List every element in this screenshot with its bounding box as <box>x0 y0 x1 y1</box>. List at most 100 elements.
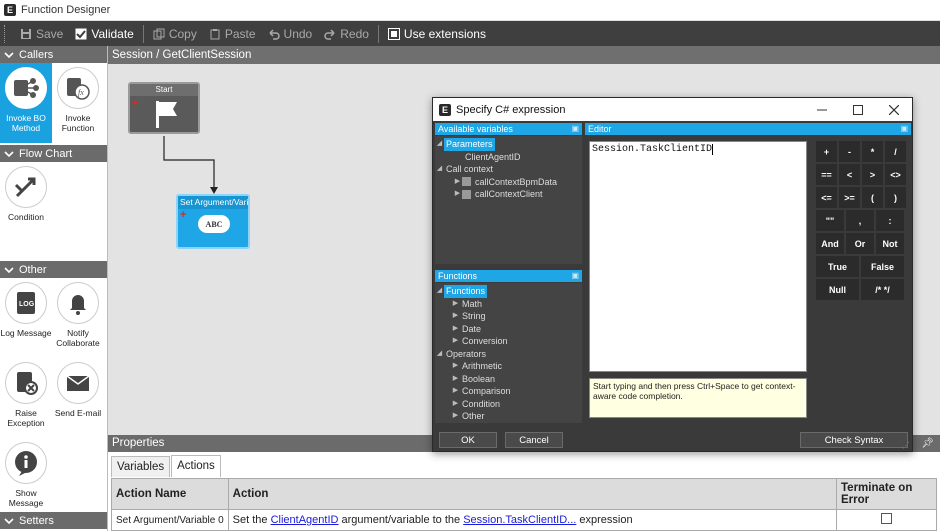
column-header-terminate[interactable]: Terminate on Error <box>836 478 937 510</box>
tab-actions[interactable]: Actions <box>171 455 221 477</box>
tree-node-functions[interactable]: ◢ Functions <box>435 285 582 298</box>
tree-node-math[interactable]: ▶ Math <box>435 298 582 311</box>
key-colon[interactable]: : <box>876 210 904 231</box>
key-not[interactable]: Not <box>876 233 904 254</box>
collapse-arrow-icon[interactable]: ▶ <box>451 310 460 323</box>
column-header-action-name[interactable]: Action Name <box>111 478 229 510</box>
resize-grip-icon[interactable]: ⋰ <box>902 441 910 450</box>
tree-node-cc-bpm[interactable]: ▶ callContextBpmData <box>435 176 582 189</box>
maximize-button[interactable] <box>840 98 876 121</box>
redo-button[interactable]: Redo <box>318 21 375 46</box>
tree-node-client-agent-id[interactable]: ClientAgentID <box>435 151 582 164</box>
key-quotes[interactable]: "" <box>816 210 844 231</box>
setters-section-header[interactable]: Setters <box>0 512 107 529</box>
expression-link[interactable]: Session.TaskClientID... <box>463 514 576 526</box>
pin-icon[interactable]: ▣ <box>571 123 579 135</box>
tree-node-date[interactable]: ▶ Date <box>435 323 582 336</box>
add-icon[interactable]: + <box>180 210 186 221</box>
check-syntax-button[interactable]: Check Syntax <box>800 432 908 448</box>
key-equals[interactable]: == <box>816 164 837 185</box>
tree-node-call-context[interactable]: ◢ Call context <box>435 163 582 176</box>
collapse-arrow-icon[interactable]: ▶ <box>451 385 460 398</box>
key-open-paren[interactable]: ( <box>862 187 883 208</box>
expression-editor[interactable]: Session.TaskClientID​ <box>589 141 807 372</box>
collapse-arrow-icon[interactable]: ▶ <box>451 398 460 411</box>
send-email-tool[interactable]: Send E-mail <box>52 358 104 438</box>
validate-button[interactable]: Validate <box>69 21 139 46</box>
show-message-tool[interactable]: Show Message <box>0 438 52 518</box>
key-null[interactable]: Null <box>816 279 859 300</box>
column-header-action[interactable]: Action <box>227 478 838 510</box>
terminate-on-error-checkbox[interactable] <box>881 513 892 524</box>
collapse-arrow-icon[interactable]: ▶ <box>453 188 462 201</box>
close-button[interactable] <box>876 98 912 121</box>
use-extensions-label: Use extensions <box>403 26 486 41</box>
table-row[interactable]: Set Argument/Variable 0 Set the ClientAg… <box>111 509 937 531</box>
invoke-bo-method-tool[interactable]: Invoke BO Method <box>0 63 52 143</box>
collapse-arrow-icon[interactable]: ▶ <box>451 298 460 311</box>
key-comma[interactable]: , <box>846 210 874 231</box>
collapse-arrow-icon[interactable]: ▶ <box>451 373 460 386</box>
start-node[interactable]: Start + <box>128 82 200 134</box>
minimize-button[interactable] <box>804 98 840 121</box>
use-extensions-toggle[interactable]: Use extensions <box>382 21 492 46</box>
log-message-tool[interactable]: LOG Log Message <box>0 278 52 358</box>
flag-icon <box>156 101 177 128</box>
raise-exception-tool[interactable]: Raise Exception <box>0 358 52 438</box>
tree-node-cc-client[interactable]: ▶ callContextClient <box>435 188 582 201</box>
expand-arrow-icon[interactable]: ◢ <box>435 285 444 298</box>
key-divide[interactable]: / <box>885 141 906 162</box>
key-plus[interactable]: + <box>816 141 837 162</box>
tree-node-operators[interactable]: ◢ Operators <box>435 348 582 361</box>
copy-button[interactable]: Copy <box>147 21 203 46</box>
paste-button[interactable]: Paste <box>203 21 262 46</box>
collapse-arrow-icon[interactable]: ▶ <box>451 323 460 336</box>
key-greater-equal[interactable]: >= <box>839 187 860 208</box>
key-or[interactable]: Or <box>846 233 874 254</box>
tab-variables[interactable]: Variables <box>111 456 171 477</box>
collapse-arrow-icon[interactable]: ▶ <box>451 360 460 373</box>
add-icon[interactable]: + <box>132 98 138 109</box>
key-not-equal[interactable]: <> <box>885 164 906 185</box>
argument-link[interactable]: ClientAgentID <box>271 514 339 526</box>
key-close-paren[interactable]: ) <box>885 187 906 208</box>
key-false[interactable]: False <box>861 256 904 277</box>
key-less-equal[interactable]: <= <box>816 187 837 208</box>
undo-button[interactable]: Undo <box>262 21 319 46</box>
collapse-arrow-icon[interactable]: ▶ <box>453 176 462 189</box>
key-and[interactable]: And <box>816 233 844 254</box>
tree-node-parameters[interactable]: ◢ Parameters <box>435 138 582 151</box>
cancel-button[interactable]: Cancel <box>505 432 563 448</box>
flow-chart-section-header[interactable]: Flow Chart <box>0 145 107 162</box>
toolbar-grip[interactable] <box>4 24 10 43</box>
ok-button[interactable]: OK <box>439 432 497 448</box>
key-multiply[interactable]: * <box>862 141 883 162</box>
pin-icon[interactable]: 📌︎ <box>921 435 934 452</box>
tree-node-boolean[interactable]: ▶ Boolean <box>435 373 582 386</box>
key-true[interactable]: True <box>816 256 859 277</box>
collapse-arrow-icon[interactable]: ▶ <box>451 335 460 348</box>
callers-section-header[interactable]: Callers <box>0 46 107 63</box>
expand-arrow-icon[interactable]: ◢ <box>435 163 444 176</box>
tree-node-conversion[interactable]: ▶ Conversion <box>435 335 582 348</box>
key-greater-than[interactable]: > <box>862 164 883 185</box>
pin-icon[interactable]: ▣ <box>571 270 579 282</box>
key-less-than[interactable]: < <box>839 164 860 185</box>
collapse-arrow-icon[interactable]: ▶ <box>451 410 460 423</box>
set-argument-node[interactable]: Set Argument/Vari + ABC <box>176 194 250 249</box>
tree-node-condition[interactable]: ▶ Condition <box>435 398 582 411</box>
pin-icon[interactable]: ▣ <box>900 123 908 135</box>
expand-arrow-icon[interactable]: ◢ <box>435 138 444 151</box>
notify-collaborate-tool[interactable]: Notify Collaborate <box>52 278 104 358</box>
tree-node-comparison[interactable]: ▶ Comparison <box>435 385 582 398</box>
tree-node-other[interactable]: ▶ Other <box>435 410 582 423</box>
key-comment[interactable]: /* */ <box>861 279 904 300</box>
tree-node-string[interactable]: ▶ String <box>435 310 582 323</box>
key-minus[interactable]: - <box>839 141 860 162</box>
tree-node-arithmetic[interactable]: ▶ Arithmetic <box>435 360 582 373</box>
condition-tool[interactable]: Condition <box>0 162 52 242</box>
expand-arrow-icon[interactable]: ◢ <box>435 348 444 361</box>
invoke-function-tool[interactable]: fx Invoke Function <box>52 63 104 143</box>
save-button[interactable]: Save <box>14 21 69 46</box>
other-section-header[interactable]: Other <box>0 261 107 278</box>
